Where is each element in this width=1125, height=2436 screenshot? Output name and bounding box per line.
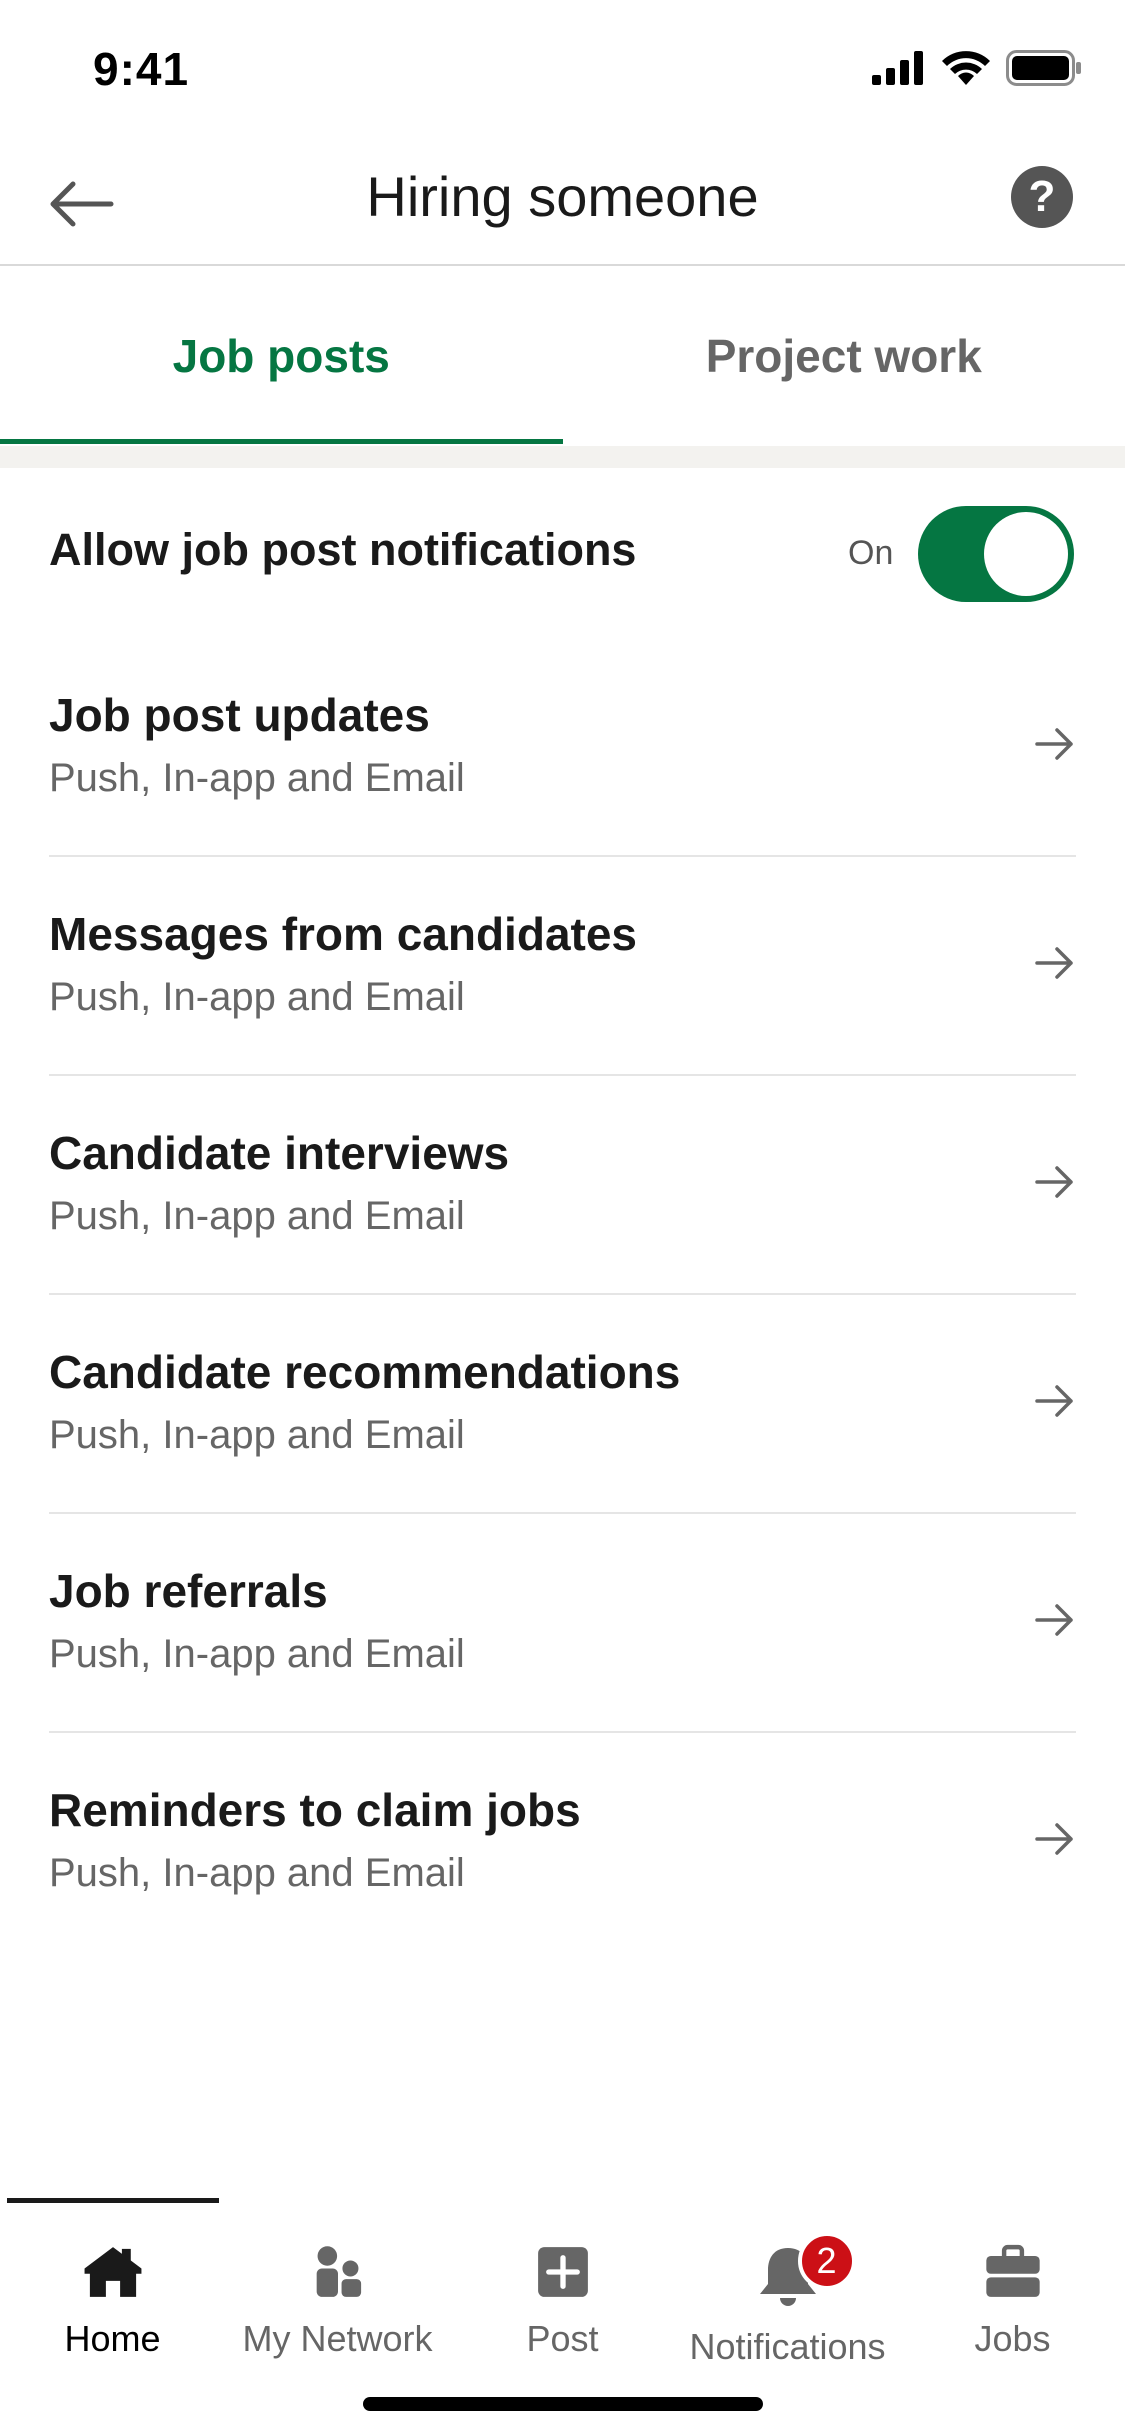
nav-item-notifications[interactable]: 2 Notifications (675, 2210, 900, 2367)
nav-item-post[interactable]: Post (450, 2210, 675, 2360)
home-indicator (363, 2397, 763, 2411)
wifi-icon (942, 51, 990, 85)
tab-bar: Job posts Project work (0, 266, 1125, 446)
arrow-right-icon (1035, 947, 1073, 979)
header: Hiring someone ? (0, 140, 1125, 266)
notification-badge: 2 (797, 2232, 856, 2290)
bell-icon-wrap: 2 (752, 2232, 856, 2312)
nav-label-home: Home (64, 2318, 161, 2359)
setting-subtitle: Push, In-app and Email (49, 1632, 465, 1676)
nav-active-indicator (7, 2198, 219, 2203)
arrow-right-icon (1035, 1604, 1073, 1636)
arrow-right-icon (1035, 1385, 1073, 1417)
setting-title: Job post updates (49, 689, 430, 741)
setting-title: Candidate interviews (49, 1127, 510, 1179)
toggle-state-label: On (848, 534, 894, 572)
arrow-right-icon (1035, 728, 1073, 760)
help-button[interactable]: ? (1011, 166, 1073, 228)
setting-messages-from-candidates[interactable]: Messages from candidates Push, In-app an… (0, 857, 1125, 1076)
setting-subtitle: Push, In-app and Email (49, 1413, 465, 1457)
allow-notifications-label: Allow job post notifications (49, 524, 637, 575)
briefcase-icon (985, 2244, 1040, 2297)
help-icon: ? (1028, 172, 1056, 221)
setting-reminders-to-claim-jobs[interactable]: Reminders to claim jobs Push, In-app and… (0, 1733, 1125, 1952)
arrow-right-icon (1035, 1823, 1073, 1855)
tab-job-posts[interactable]: Job posts (0, 266, 563, 446)
setting-job-referrals[interactable]: Job referrals Push, In-app and Email (0, 1514, 1125, 1733)
setting-subtitle: Push, In-app and Email (49, 975, 465, 1019)
nav-item-home[interactable]: Home (0, 2210, 225, 2360)
setting-subtitle: Push, In-app and Email (49, 1194, 465, 1238)
home-icon (84, 2247, 141, 2297)
post-icon (537, 2247, 588, 2297)
setting-title: Job referrals (49, 1565, 328, 1617)
status-icons (872, 50, 1082, 86)
arrow-right-icon (1035, 1166, 1073, 1198)
nav-label-post: Post (526, 2318, 599, 2359)
setting-title: Messages from candidates (49, 908, 638, 960)
setting-job-post-updates[interactable]: Job post updates Push, In-app and Email (0, 638, 1125, 857)
setting-candidate-interviews[interactable]: Candidate interviews Push, In-app and Em… (0, 1076, 1125, 1295)
setting-subtitle: Push, In-app and Email (49, 1851, 465, 1895)
setting-subtitle: Push, In-app and Email (49, 756, 465, 800)
status-bar: 9:41 (0, 0, 1125, 140)
nav-items: Home My Network Post 2 Notifications Job… (0, 2210, 1125, 2367)
tab-project-work[interactable]: Project work (563, 266, 1125, 446)
allow-notifications-row: Allow job post notifications On (0, 468, 1125, 638)
setting-title: Candidate recommendations (49, 1346, 681, 1398)
allow-notifications-toggle[interactable] (918, 506, 1074, 602)
nav-label-jobs: Jobs (974, 2318, 1051, 2359)
nav-item-jobs[interactable]: Jobs (900, 2210, 1125, 2360)
setting-candidate-recommendations[interactable]: Candidate recommendations Push, In-app a… (0, 1295, 1125, 1514)
network-icon (316, 2246, 361, 2297)
screen: 9:41 Hiring someone ? Job posts Project … (0, 0, 1125, 2436)
nav-item-my-network[interactable]: My Network (225, 2210, 450, 2360)
page-title: Hiring someone (366, 165, 759, 228)
setting-title: Reminders to claim jobs (49, 1784, 581, 1836)
battery-icon (1006, 50, 1081, 86)
status-time: 9:41 (93, 43, 190, 95)
nav-label-my-network: My Network (242, 2318, 433, 2359)
settings-list: Job post updates Push, In-app and Email … (0, 638, 1125, 1952)
toggle-knob (984, 512, 1068, 596)
cellular-signal-icon (872, 51, 923, 85)
section-divider (0, 446, 1125, 468)
nav-label-notifications: Notifications (689, 2326, 886, 2367)
